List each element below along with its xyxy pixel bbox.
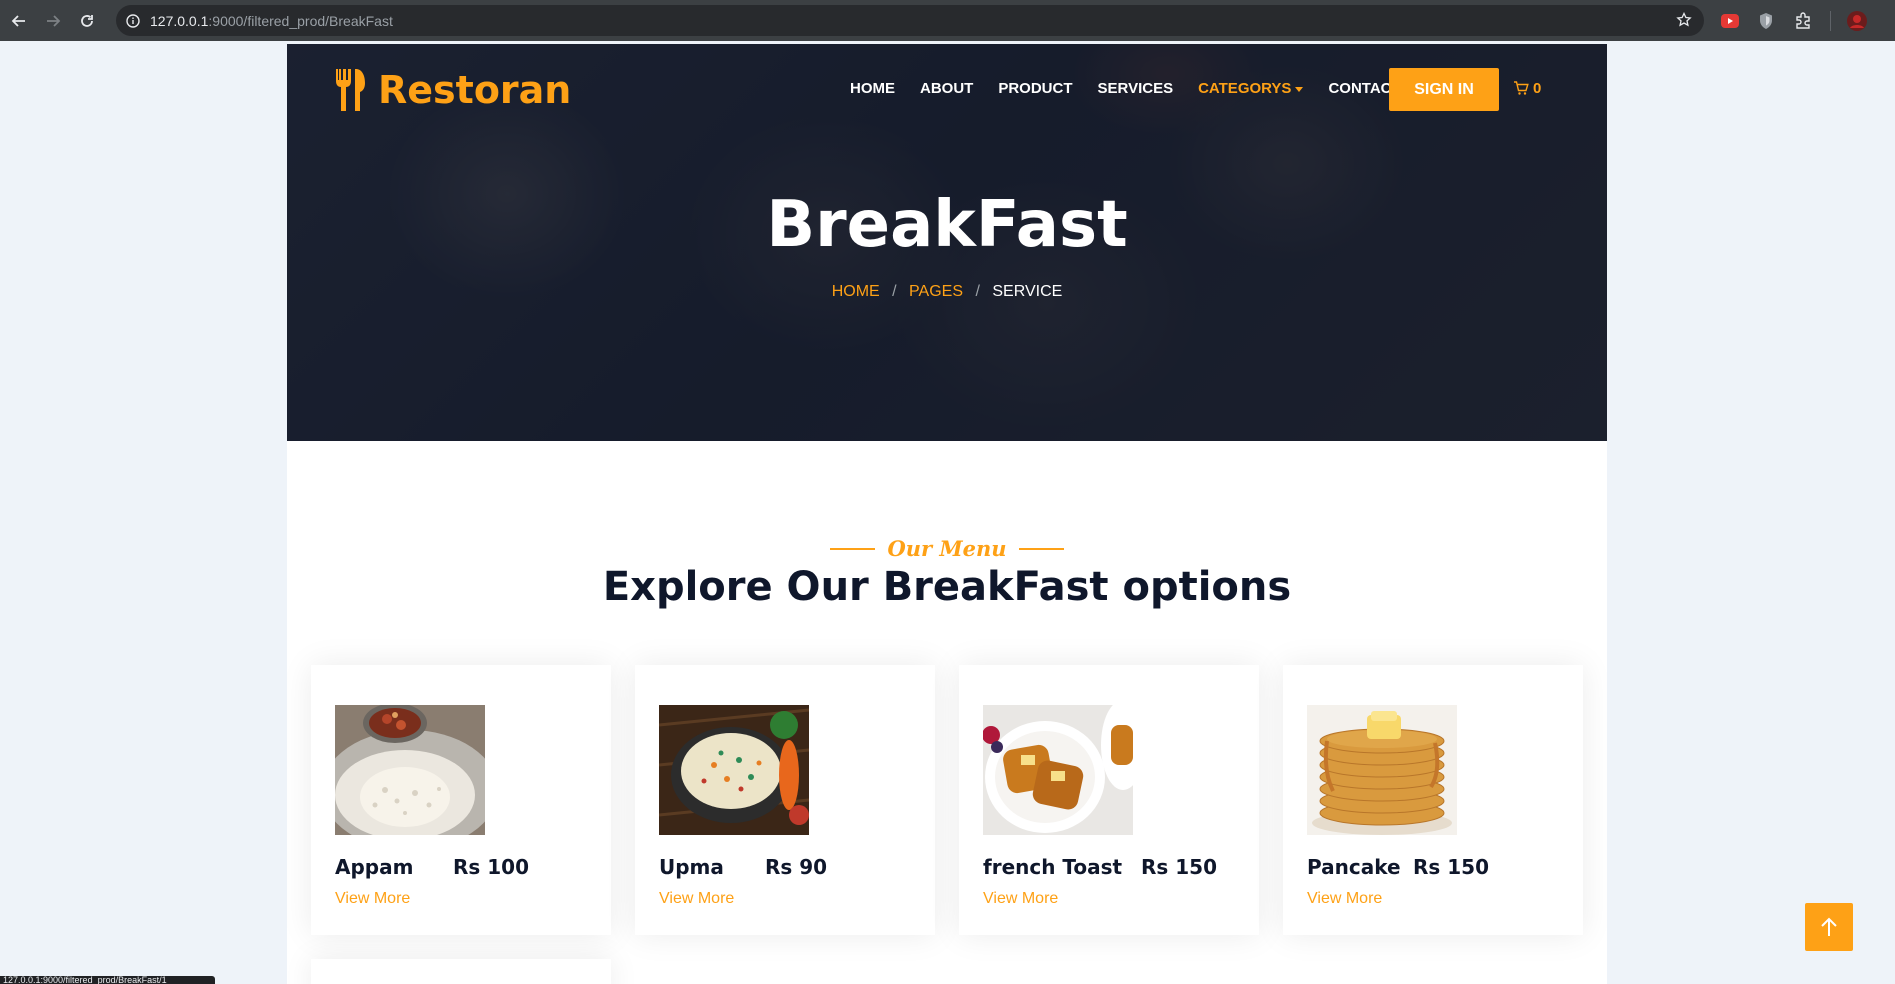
product-image-upma (659, 705, 809, 835)
reload-button[interactable] (72, 6, 102, 36)
toolbar-separator (1830, 11, 1831, 31)
link-status-bar: 127.0.0.1:9000/filtered_prod/BreakFast/1 (0, 976, 215, 984)
decorative-line (1018, 547, 1064, 550)
url-path: :9000/filtered_prod/BreakFast (208, 12, 393, 29)
product-name: Pancake (1307, 855, 1401, 879)
product-price: Rs 150 (1141, 855, 1218, 879)
back-button[interactable] (4, 6, 34, 36)
breadcrumb-current: SERVICE (992, 283, 1063, 300)
view-more-link[interactable]: View More (659, 890, 734, 908)
url-text[interactable]: 127.0.0.1:9000/filtered_prod/BreakFast (150, 13, 393, 29)
product-price: Rs 150 (1413, 855, 1490, 879)
product-image-appam (335, 705, 485, 835)
product-name: french Toast (983, 855, 1123, 879)
youtube-extension-icon[interactable] (1719, 10, 1741, 32)
view-more-link[interactable]: View More (983, 890, 1058, 908)
section-subtitle: Our Menu (287, 536, 1607, 561)
nav-categories-dropdown[interactable]: CATEGORYS (1198, 80, 1304, 97)
product-price: Rs 90 (765, 855, 828, 879)
product-price: Rs 100 (453, 855, 530, 879)
main-navigation: HOME ABOUT PRODUCT SERVICES CATEGORYS CO… (850, 80, 1426, 97)
product-image-pancake (1307, 705, 1457, 835)
profile-avatar[interactable] (1846, 10, 1868, 32)
view-more-link[interactable]: View More (1307, 890, 1382, 908)
cart-count: 0 (1533, 80, 1542, 97)
sign-in-button[interactable]: SIGN IN (1389, 68, 1499, 111)
nav-categories-label: CATEGORYS (1198, 80, 1292, 97)
shield-extension-icon[interactable] (1755, 10, 1777, 32)
page-title: BreakFast (766, 188, 1128, 262)
nav-about[interactable]: ABOUT (920, 80, 973, 97)
product-card: french Toast Rs 150 View More (959, 665, 1259, 935)
caret-down-icon (1295, 86, 1304, 92)
nav-services[interactable]: SERVICES (1098, 80, 1174, 97)
reload-icon (81, 14, 93, 27)
cart-link[interactable]: 0 (1513, 80, 1541, 97)
product-card: Pancake Rs 150 View More (1283, 665, 1583, 935)
product-card: Upma Rs 90 View More (635, 665, 935, 935)
breadcrumb-separator: / (892, 283, 897, 300)
product-card: Appam Rs 100 View More (311, 665, 611, 935)
product-card (311, 959, 611, 984)
bookmark-star-icon[interactable] (1676, 11, 1692, 33)
breadcrumb-separator: / (975, 283, 980, 300)
extensions-puzzle-icon[interactable] (1792, 10, 1814, 32)
product-name: Appam (335, 855, 414, 879)
section-title: Explore Our BreakFast options (602, 564, 1292, 610)
product-image-french-toast (983, 705, 1133, 835)
breadcrumb: HOME / PAGES / SERVICE (287, 283, 1607, 301)
site-info-icon[interactable] (124, 12, 142, 30)
nav-home[interactable]: HOME (850, 80, 895, 97)
view-more-link[interactable]: View More (335, 890, 410, 908)
decorative-line (830, 547, 876, 550)
nav-product[interactable]: PRODUCT (998, 80, 1072, 97)
address-bar[interactable]: 127.0.0.1:9000/filtered_prod/BreakFast (116, 5, 1704, 36)
back-arrow-icon (11, 14, 25, 27)
brand-logo[interactable]: Restoran (334, 68, 571, 112)
hero-banner: Restoran HOME ABOUT PRODUCT SERVICES CAT… (287, 44, 1607, 441)
url-host: 127.0.0.1 (150, 12, 209, 29)
arrow-up-icon (1821, 917, 1837, 936)
website-page: Restoran HOME ABOUT PRODUCT SERVICES CAT… (287, 44, 1607, 984)
section-subtitle-text: Our Menu (887, 536, 1007, 561)
cart-icon (1514, 81, 1529, 95)
back-to-top-button[interactable] (1805, 903, 1853, 951)
utensils-icon (336, 69, 365, 111)
breadcrumb-pages[interactable]: PAGES (909, 283, 963, 300)
forward-arrow-icon (47, 14, 61, 27)
forward-button[interactable] (38, 6, 68, 36)
brand-name: Restoran (378, 68, 572, 112)
browser-toolbar: 127.0.0.1:9000/filtered_prod/BreakFast (0, 0, 1895, 41)
product-name: Upma (659, 855, 724, 879)
breadcrumb-home[interactable]: HOME (832, 283, 880, 300)
